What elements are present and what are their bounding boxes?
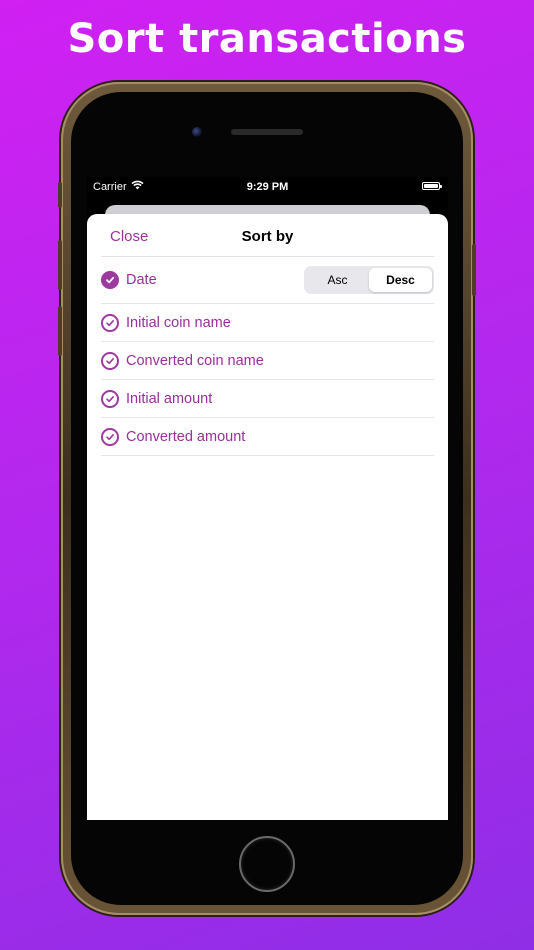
volume-up-button (58, 240, 62, 290)
power-button (472, 244, 476, 296)
sort-option-converted-coin-name[interactable]: Converted coin name (101, 342, 434, 380)
marketing-headline: Sort transactions (67, 16, 467, 62)
mute-switch (58, 182, 62, 208)
sort-option-label: Initial coin name (126, 314, 231, 331)
sort-direction-control: Asc Desc (304, 266, 434, 294)
battery-icon (422, 182, 442, 190)
sort-option-date[interactable]: Date Asc Desc (101, 257, 434, 304)
sort-option-label: Initial amount (126, 390, 213, 407)
home-button[interactable] (239, 836, 295, 892)
phone-screen: Carrier 9:29 PM Close Sort by Date Asc D… (87, 177, 448, 820)
status-time: 9:29 PM (246, 181, 289, 193)
sort-option-label: Converted amount (126, 428, 246, 445)
checkmark-circle-icon (101, 427, 119, 446)
sheet-nav-bar: Close Sort by (101, 214, 434, 257)
sort-option-label: Date (126, 272, 157, 288)
volume-down-button (58, 306, 62, 356)
checkmark-circle-icon (101, 351, 119, 370)
checkmark-circle-icon (101, 313, 119, 332)
sort-option-initial-amount[interactable]: Initial amount (101, 380, 434, 418)
checkmark-circle-filled-icon (101, 271, 119, 289)
sheet-title: Sort by (241, 228, 294, 245)
sort-desc-segment[interactable]: Desc (369, 268, 432, 292)
sort-option-label: Converted coin name (126, 352, 264, 369)
sort-sheet: Close Sort by Date Asc Desc Initial coin… (87, 214, 448, 820)
sort-option-initial-coin-name[interactable]: Initial coin name (101, 304, 434, 342)
status-bar: Carrier 9:29 PM (87, 177, 448, 199)
sort-option-converted-amount[interactable]: Converted amount (101, 418, 434, 456)
front-camera (192, 127, 202, 137)
earpiece-speaker (231, 129, 303, 135)
sort-asc-segment[interactable]: Asc (306, 268, 369, 292)
checkmark-circle-icon (101, 389, 119, 408)
